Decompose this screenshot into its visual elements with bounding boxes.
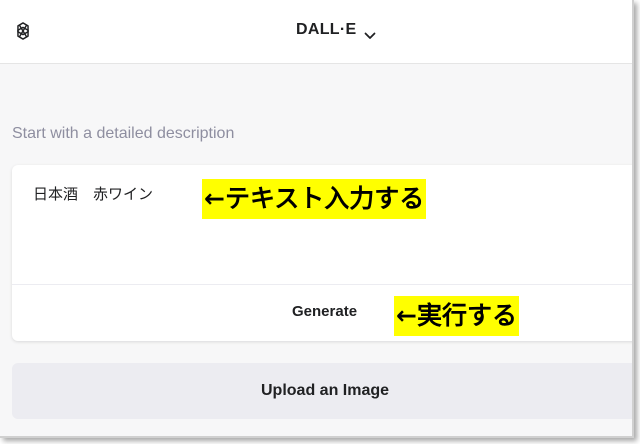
generate-button[interactable]: Generate bbox=[278, 299, 371, 324]
upload-image-button[interactable]: Upload an Image bbox=[12, 363, 632, 419]
page-title: DALL·E bbox=[296, 21, 357, 38]
annotation-generate-note: ←実行する bbox=[394, 296, 519, 336]
annotation-input-note: ←テキスト入力する bbox=[202, 179, 427, 219]
model-switcher[interactable]: DALL·E bbox=[296, 21, 376, 39]
openai-logo-icon[interactable] bbox=[12, 20, 34, 42]
card-divider bbox=[12, 284, 632, 285]
top-bar: DALL·E bbox=[0, 0, 632, 64]
prompt-input[interactable]: 日本酒 赤ワイン bbox=[33, 183, 153, 204]
prompt-hint: Start with a detailed description bbox=[12, 125, 235, 142]
app-window: DALL·E Start with a detailed description… bbox=[0, 0, 634, 438]
chevron-down-icon bbox=[364, 27, 376, 39]
